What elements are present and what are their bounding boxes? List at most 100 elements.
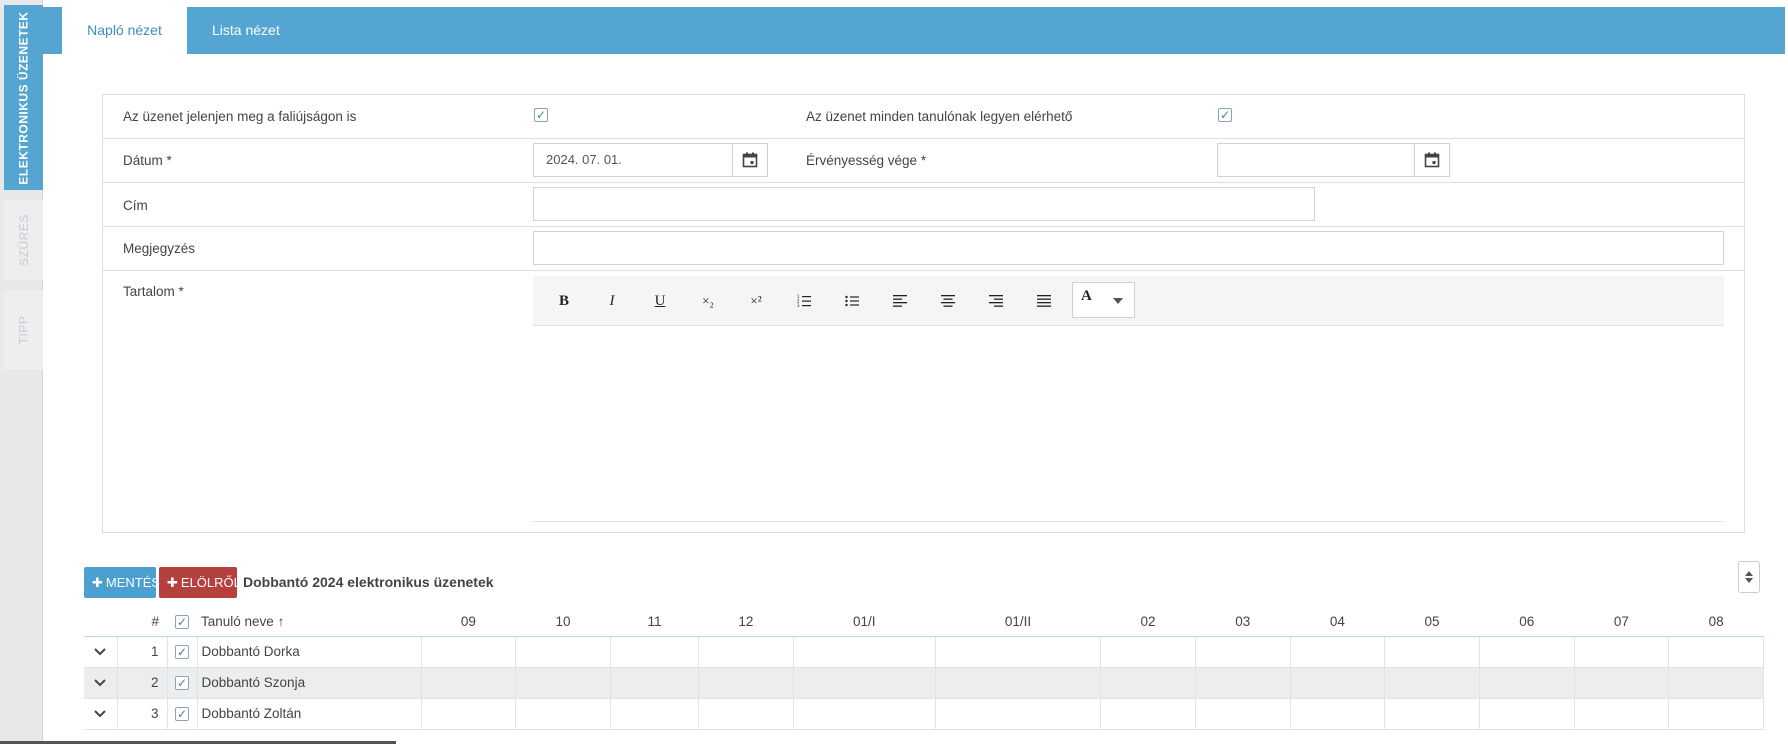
grid-cell[interactable]: [793, 667, 936, 699]
sidebar-tab-electronic-messages[interactable]: ELEKTRONIKUS ÜZENETEK: [4, 5, 43, 190]
grid-cell[interactable]: [1384, 636, 1480, 668]
align-left-button[interactable]: [886, 288, 914, 314]
grid-cell[interactable]: [421, 636, 517, 668]
sort-toggle-button[interactable]: [1738, 561, 1760, 593]
sort-ascending-icon: ↑: [277, 614, 285, 630]
grid-cell[interactable]: [1290, 636, 1386, 668]
grid-cell[interactable]: [1668, 636, 1764, 668]
all-students-checkbox[interactable]: ✓: [1218, 108, 1232, 122]
note-label: Megjegyzés: [123, 241, 196, 256]
grid-cell[interactable]: [1479, 636, 1575, 668]
grid-cell[interactable]: [1290, 698, 1386, 730]
font-color-button[interactable]: A: [1072, 282, 1135, 318]
grid-cell[interactable]: [1479, 698, 1575, 730]
grid-cell[interactable]: [935, 636, 1102, 668]
grid-cell[interactable]: [421, 667, 517, 699]
select-all-checkbox[interactable]: ✓: [175, 615, 189, 630]
date-value: 2024. 07. 01.: [546, 152, 622, 167]
month-header: 10: [515, 608, 611, 637]
tab-journal-view[interactable]: Napló nézet: [62, 7, 187, 54]
content-label: Tartalom *: [123, 284, 184, 299]
row-number: 1: [117, 636, 168, 668]
section-title: Dobbantó 2024 elektronikus üzenetek: [243, 574, 494, 590]
wall-checkbox[interactable]: ✓: [534, 108, 548, 122]
note-input[interactable]: [533, 231, 1724, 265]
date-label: Dátum *: [123, 153, 172, 168]
sidebar-tab-filter[interactable]: SZŰRÉS: [4, 200, 43, 280]
font-color-letter: A: [1081, 288, 1092, 304]
name-header[interactable]: Tanuló neve ↑: [197, 608, 421, 637]
align-right-icon: [989, 295, 1003, 307]
underline-button[interactable]: U: [646, 288, 674, 314]
row-number: 2: [117, 667, 168, 699]
left-sidebar: ELEKTRONIKUS ÜZENETEK SZŰRÉS TIPP: [0, 0, 43, 744]
save-button[interactable]: ✚ MENTÉS: [84, 567, 160, 598]
row-checkbox[interactable]: ✓: [175, 645, 189, 660]
grid-cell[interactable]: [515, 698, 611, 730]
grid-cell[interactable]: [698, 667, 794, 699]
grid-cell[interactable]: [793, 636, 936, 668]
expand-row-button[interactable]: [84, 698, 118, 730]
date-picker-button[interactable]: [732, 143, 768, 177]
grid-cell[interactable]: [935, 667, 1102, 699]
students-grid: # ✓ Tanuló neve ↑ 09 10 11 12 01/I 01/II…: [84, 608, 1764, 730]
row-checkbox[interactable]: ✓: [175, 707, 189, 722]
calendar-icon: [742, 152, 758, 168]
grid-cell[interactable]: [1574, 667, 1670, 699]
grid-cell[interactable]: [1100, 636, 1196, 668]
editor-content-area[interactable]: [533, 521, 1724, 522]
table-row: 1 ✓ Dobbantó Dorka: [84, 636, 1764, 668]
tab-list-view[interactable]: Lista nézet: [197, 7, 295, 54]
grid-header-row: # ✓ Tanuló neve ↑ 09 10 11 12 01/I 01/II…: [84, 608, 1764, 637]
grid-cell[interactable]: [1384, 698, 1480, 730]
reset-button[interactable]: ✚ ELÖLRŐL: [159, 567, 241, 598]
name-header-label: Tanuló neve: [201, 614, 274, 630]
grid-cell[interactable]: [698, 636, 794, 668]
subscript-button[interactable]: ×₂: [694, 288, 722, 314]
bold-button[interactable]: B: [550, 288, 578, 314]
grid-cell[interactable]: [1100, 667, 1196, 699]
grid-cell[interactable]: [421, 698, 517, 730]
grid-cell[interactable]: [1479, 667, 1575, 699]
grid-cell[interactable]: [1195, 667, 1291, 699]
row-checkbox[interactable]: ✓: [175, 676, 189, 691]
title-input[interactable]: [533, 187, 1315, 221]
grid-cell[interactable]: [1574, 636, 1670, 668]
sidebar-tab-label: TIPP: [16, 315, 31, 345]
grid-cell[interactable]: [610, 698, 700, 730]
grid-cell[interactable]: [935, 698, 1102, 730]
grid-cell[interactable]: [610, 667, 700, 699]
grid-cell[interactable]: [1100, 698, 1196, 730]
validity-field[interactable]: [1217, 143, 1450, 177]
plus-icon: ✚: [167, 575, 178, 590]
italic-button[interactable]: I: [598, 288, 626, 314]
align-center-button[interactable]: [934, 288, 962, 314]
grid-cell[interactable]: [1290, 667, 1386, 699]
validity-picker-button[interactable]: [1414, 143, 1450, 177]
grid-cell[interactable]: [1668, 698, 1764, 730]
bullet-list-button[interactable]: [838, 288, 866, 314]
grid-cell[interactable]: [1574, 698, 1670, 730]
month-header: 07: [1574, 608, 1669, 637]
expand-row-button[interactable]: [84, 636, 118, 668]
grid-cell[interactable]: [793, 698, 936, 730]
expand-row-button[interactable]: [84, 667, 118, 699]
grid-cell[interactable]: [515, 667, 611, 699]
grid-cell[interactable]: [1384, 667, 1480, 699]
reset-label: ELÖLRŐL: [180, 575, 241, 590]
align-justify-button[interactable]: [1030, 288, 1058, 314]
sidebar-tab-tip[interactable]: TIPP: [4, 290, 43, 370]
superscript-button[interactable]: ×²: [742, 288, 770, 314]
grid-cell[interactable]: [610, 636, 700, 668]
grid-cell[interactable]: [1195, 698, 1291, 730]
caret-down-icon: [1113, 298, 1123, 304]
month-header: 06: [1479, 608, 1575, 637]
grid-cell[interactable]: [515, 636, 611, 668]
grid-cell[interactable]: [1195, 636, 1291, 668]
row-select-cell: ✓: [167, 667, 198, 699]
grid-cell[interactable]: [1668, 667, 1764, 699]
grid-cell[interactable]: [698, 698, 794, 730]
ordered-list-button[interactable]: 123: [790, 288, 818, 314]
date-field[interactable]: 2024. 07. 01.: [533, 143, 768, 177]
align-right-button[interactable]: [982, 288, 1010, 314]
